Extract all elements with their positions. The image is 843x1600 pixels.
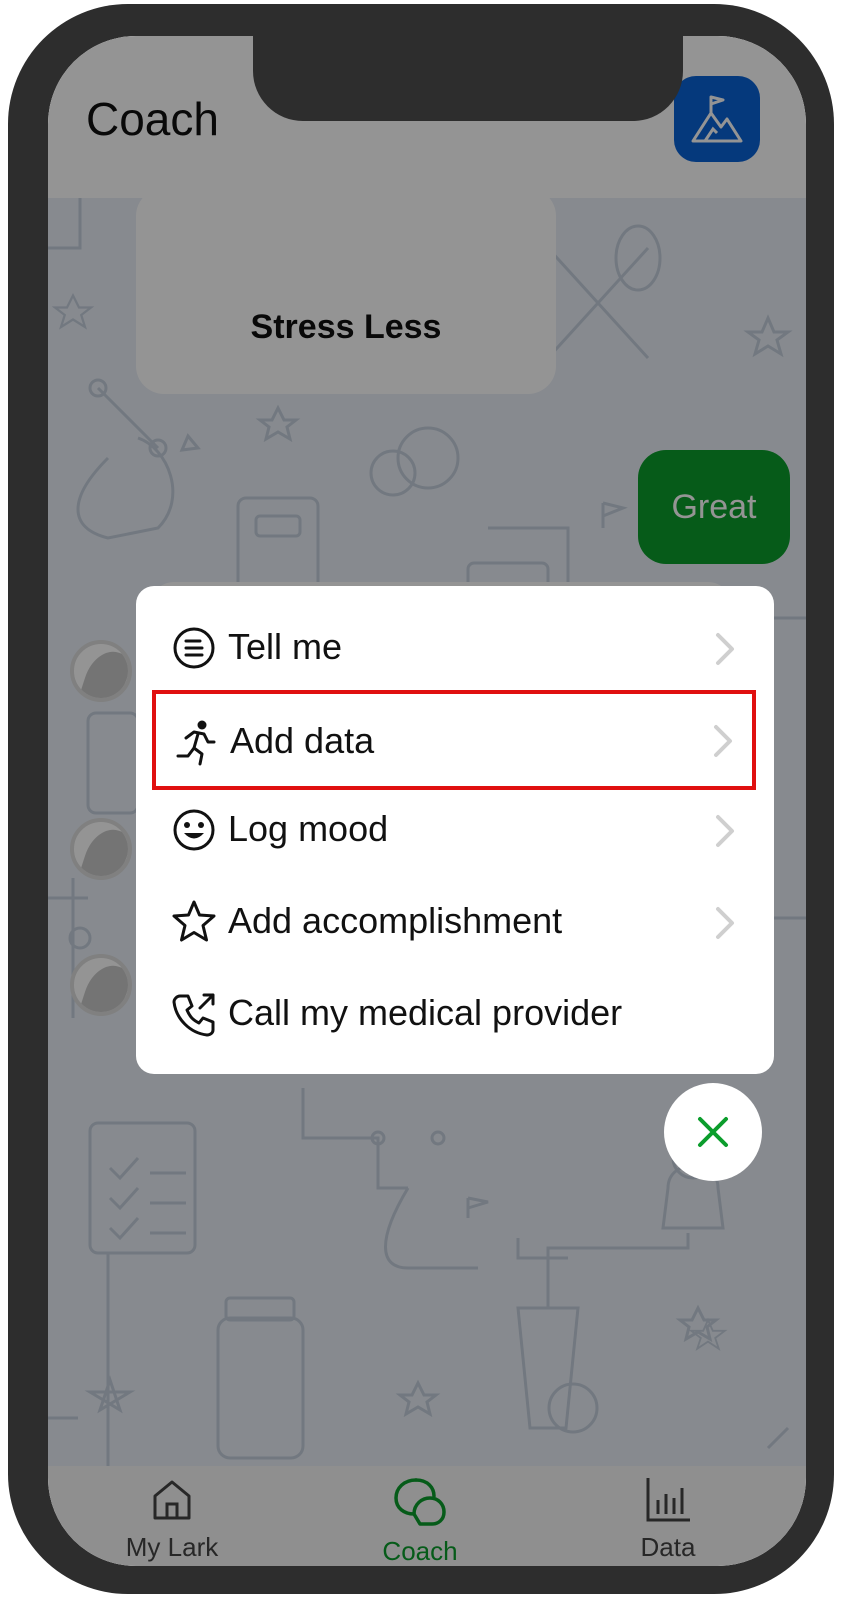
phone-call-icon [172,993,215,1037]
menu-item-tell-me[interactable]: Tell me [154,602,754,694]
menu-item-call-provider[interactable]: Call my medical provider [154,968,754,1060]
chevron-right-icon [716,907,734,939]
running-person-icon [176,720,216,766]
star-icon [172,900,216,942]
chevron-right-icon [716,815,734,847]
close-icon [698,1117,728,1147]
menu-item-add-data[interactable]: Add data [152,690,756,790]
menu-item-label: Add accomplishment [228,900,563,941]
chevron-right-icon [714,725,732,757]
chevron-right-icon [716,633,734,665]
app-screen: Coach Stress Less Great My Lark Coach Da… [48,36,806,1566]
menu-item-add-accomplishment[interactable]: Add accomplishment [154,876,754,968]
menu-item-label: Call my medical provider [228,992,623,1033]
document-lines-icon [173,627,215,669]
smiley-icon [173,809,215,851]
menu-item-label: Tell me [228,626,343,667]
menu-item-label: Add data [230,720,375,761]
menu-item-label: Log mood [228,808,389,849]
phone-frame: Coach Stress Less Great My Lark Coach Da… [8,4,834,1594]
phone-notch [253,36,683,121]
action-menu: Tell me Add data Log mood Add accomplish… [136,586,774,1074]
close-menu-button[interactable] [664,1083,762,1181]
menu-item-log-mood[interactable]: Log mood [154,784,754,876]
